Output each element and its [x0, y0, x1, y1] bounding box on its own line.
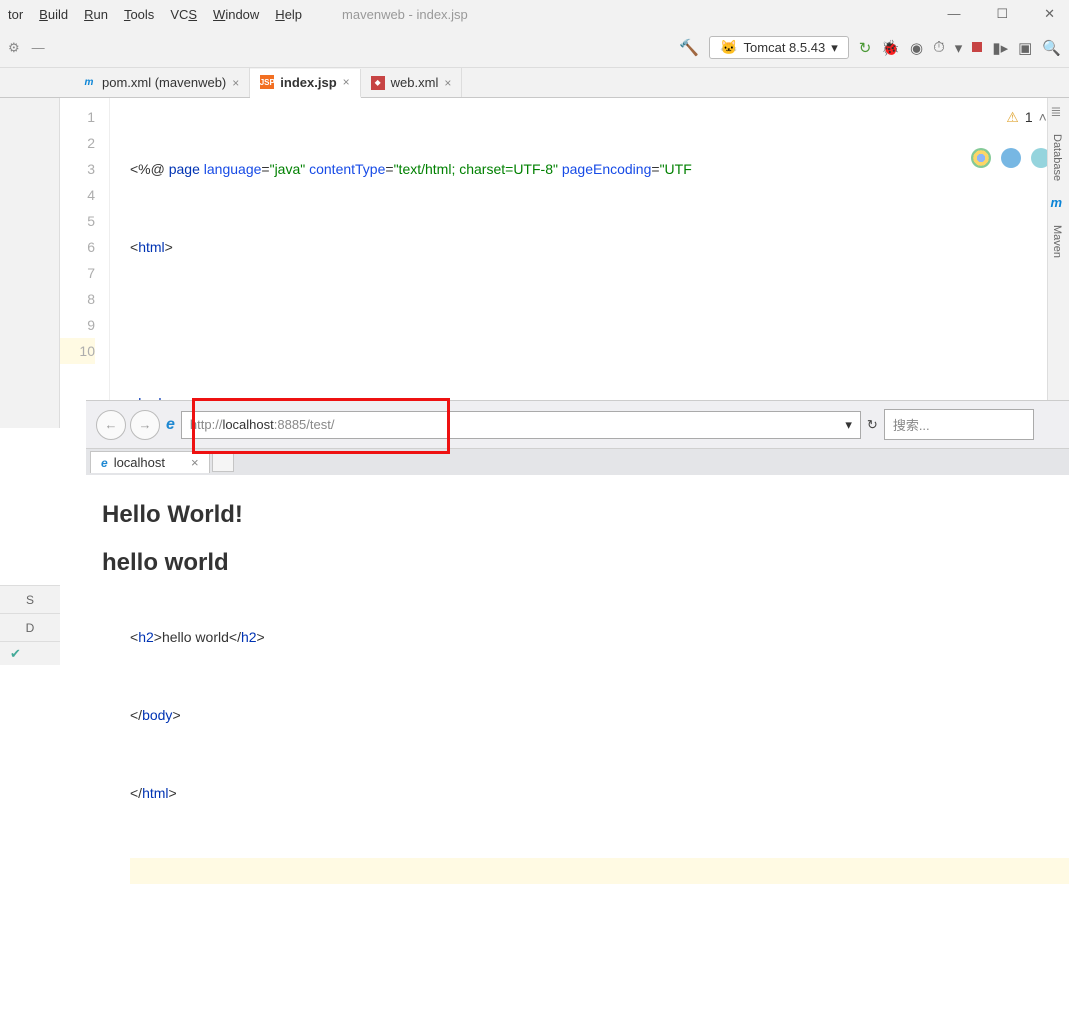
ie-tab[interactable]: e localhost ×	[90, 451, 210, 473]
tomcat-icon: 🐱	[720, 39, 737, 56]
window-title: mavenweb - index.jsp	[342, 7, 468, 22]
line-number: 7	[60, 260, 95, 286]
close-icon[interactable]: ×	[444, 76, 451, 90]
tab-index-jsp[interactable]: JSP index.jsp ×	[250, 69, 360, 98]
ie-favicon-icon: e	[101, 456, 108, 470]
inspect-icon[interactable]: ▣	[1018, 39, 1032, 57]
run-config-label: Tomcat 8.5.43	[744, 40, 826, 55]
line-number: 6	[60, 234, 95, 260]
debug-icon[interactable]: 🐞	[881, 39, 900, 57]
dropdown-icon[interactable]: ▾	[845, 417, 852, 433]
line-gutter: 1 2 3 4 5 6 7 8 9 10	[60, 98, 110, 428]
ie-browser-window: ← → e http://localhost:8885/test/ ▾ ↻ 搜索…	[86, 400, 1069, 613]
page-h2: Hello World!	[102, 501, 1053, 529]
bl-s[interactable]: S	[0, 585, 60, 613]
close-icon[interactable]: ×	[232, 76, 239, 90]
maximize-button[interactable]: ☐	[990, 4, 1014, 24]
warning-icon[interactable]: ⚠	[1006, 104, 1019, 130]
status-check: ✔	[0, 641, 60, 665]
menu-help[interactable]: Help	[275, 7, 302, 22]
run-configuration-dropdown[interactable]: 🐱 Tomcat 8.5.43 ▾	[709, 36, 849, 59]
build-icon[interactable]: 🔨	[679, 38, 699, 58]
collapse-icon[interactable]: —	[32, 40, 45, 55]
back-button[interactable]: ←	[96, 410, 126, 440]
menu-bar: tor Build Run Tools VCS Window Help mave…	[0, 0, 1069, 28]
maven-icon: m	[82, 76, 96, 90]
ie-page-content: Hello World! hello world	[86, 475, 1069, 613]
vcs-icon[interactable]: ▮▸	[992, 39, 1008, 57]
line-number: 9	[60, 312, 95, 338]
left-tools: ⚙ —	[8, 40, 45, 56]
line-number: 4	[60, 182, 95, 208]
close-icon[interactable]: ×	[343, 75, 350, 89]
right-sidebar: ≣ Database m Maven	[1047, 98, 1069, 428]
ie-tab-title: localhost	[114, 455, 165, 470]
stop-icon[interactable]	[972, 39, 982, 56]
chevron-down-icon: ▾	[831, 40, 838, 56]
maven-icon[interactable]: m	[1051, 195, 1067, 211]
tab-pom[interactable]: m pom.xml (mavenweb) ×	[72, 68, 250, 97]
minimize-button[interactable]: —	[941, 4, 966, 24]
jsp-icon: JSP	[260, 75, 274, 89]
chrome-icon[interactable]	[971, 148, 991, 168]
ie-icon[interactable]	[1001, 148, 1021, 168]
menu-window[interactable]: Window	[213, 7, 259, 22]
menu-tor[interactable]: tor	[8, 7, 23, 22]
tab-web-xml[interactable]: ⬥ web.xml ×	[361, 68, 463, 97]
toolbar: ⚙ — 🔨 🐱 Tomcat 8.5.43 ▾ ↻ 🐞 ◉ ⏱ ▾ ▮▸ ▣ 🔍	[0, 28, 1069, 68]
menu-items: tor Build Run Tools VCS Window Help	[8, 7, 302, 22]
reload-icon[interactable]: ↻	[867, 417, 878, 433]
menu-tools[interactable]: Tools	[124, 7, 154, 22]
line-number: 2	[60, 130, 95, 156]
line-number: 8	[60, 286, 95, 312]
search-icon[interactable]: 🔍	[1042, 39, 1061, 57]
maven-panel[interactable]: Maven	[1048, 217, 1066, 266]
close-button[interactable]: ✕	[1038, 4, 1061, 24]
coverage-icon[interactable]: ◉	[910, 39, 923, 57]
profile-icon[interactable]: ⏱	[933, 39, 945, 56]
editor-area: 1 2 3 4 5 6 7 8 9 10 <%@ page language="…	[0, 98, 1069, 428]
url-text: http://localhost:8885/test/	[190, 417, 839, 432]
line-number: 3	[60, 156, 95, 182]
close-icon[interactable]: ×	[191, 455, 199, 470]
right-tools: 🔨 🐱 Tomcat 8.5.43 ▾ ↻ 🐞 ◉ ⏱ ▾ ▮▸ ▣ 🔍	[679, 36, 1061, 59]
menu-build[interactable]: Build	[39, 7, 68, 22]
warning-count: 1	[1025, 104, 1033, 130]
database-icon[interactable]: ≣	[1051, 104, 1067, 120]
ie-tabs: e localhost ×	[86, 449, 1069, 475]
search-placeholder: 搜索...	[893, 418, 930, 433]
page-h2: hello world	[102, 549, 1053, 577]
menu-vcs[interactable]: VCS	[170, 7, 197, 22]
tab-label: pom.xml (mavenweb)	[102, 75, 226, 90]
new-tab-button[interactable]	[212, 452, 234, 472]
code-editor[interactable]: <%@ page language="java" contentType="te…	[110, 98, 1069, 428]
run-icon[interactable]: ↻	[859, 39, 872, 57]
xml-icon: ⬥	[371, 76, 385, 90]
tab-label: index.jsp	[280, 75, 336, 90]
window-controls: — ☐ ✕	[941, 4, 1061, 24]
gear-icon[interactable]: ⚙	[8, 40, 20, 56]
line-number: 5	[60, 208, 95, 234]
search-box[interactable]: 搜索...	[884, 409, 1034, 440]
forward-button[interactable]: →	[130, 410, 160, 440]
line-number: 1	[60, 104, 95, 130]
bl-d[interactable]: D	[0, 613, 60, 641]
tab-label: web.xml	[391, 75, 439, 90]
chevron-up-icon[interactable]: ˄	[1039, 104, 1047, 130]
ie-nav: ← →	[96, 410, 160, 440]
ie-logo-icon: e	[166, 416, 175, 434]
project-sidebar[interactable]	[0, 98, 60, 428]
ie-toolbar: ← → e http://localhost:8885/test/ ▾ ↻ 搜索…	[86, 401, 1069, 449]
database-panel[interactable]: Database	[1048, 126, 1066, 189]
bottom-left-panel: S D ✔	[0, 585, 60, 665]
menu-run[interactable]: Run	[84, 7, 108, 22]
browser-preview-icons	[971, 148, 1051, 168]
more-icon[interactable]: ▾	[955, 39, 963, 57]
url-bar[interactable]: http://localhost:8885/test/ ▾	[181, 411, 861, 439]
line-number: 10	[60, 338, 95, 364]
editor-tabs: m pom.xml (mavenweb) × JSP index.jsp × ⬥…	[0, 68, 1069, 98]
